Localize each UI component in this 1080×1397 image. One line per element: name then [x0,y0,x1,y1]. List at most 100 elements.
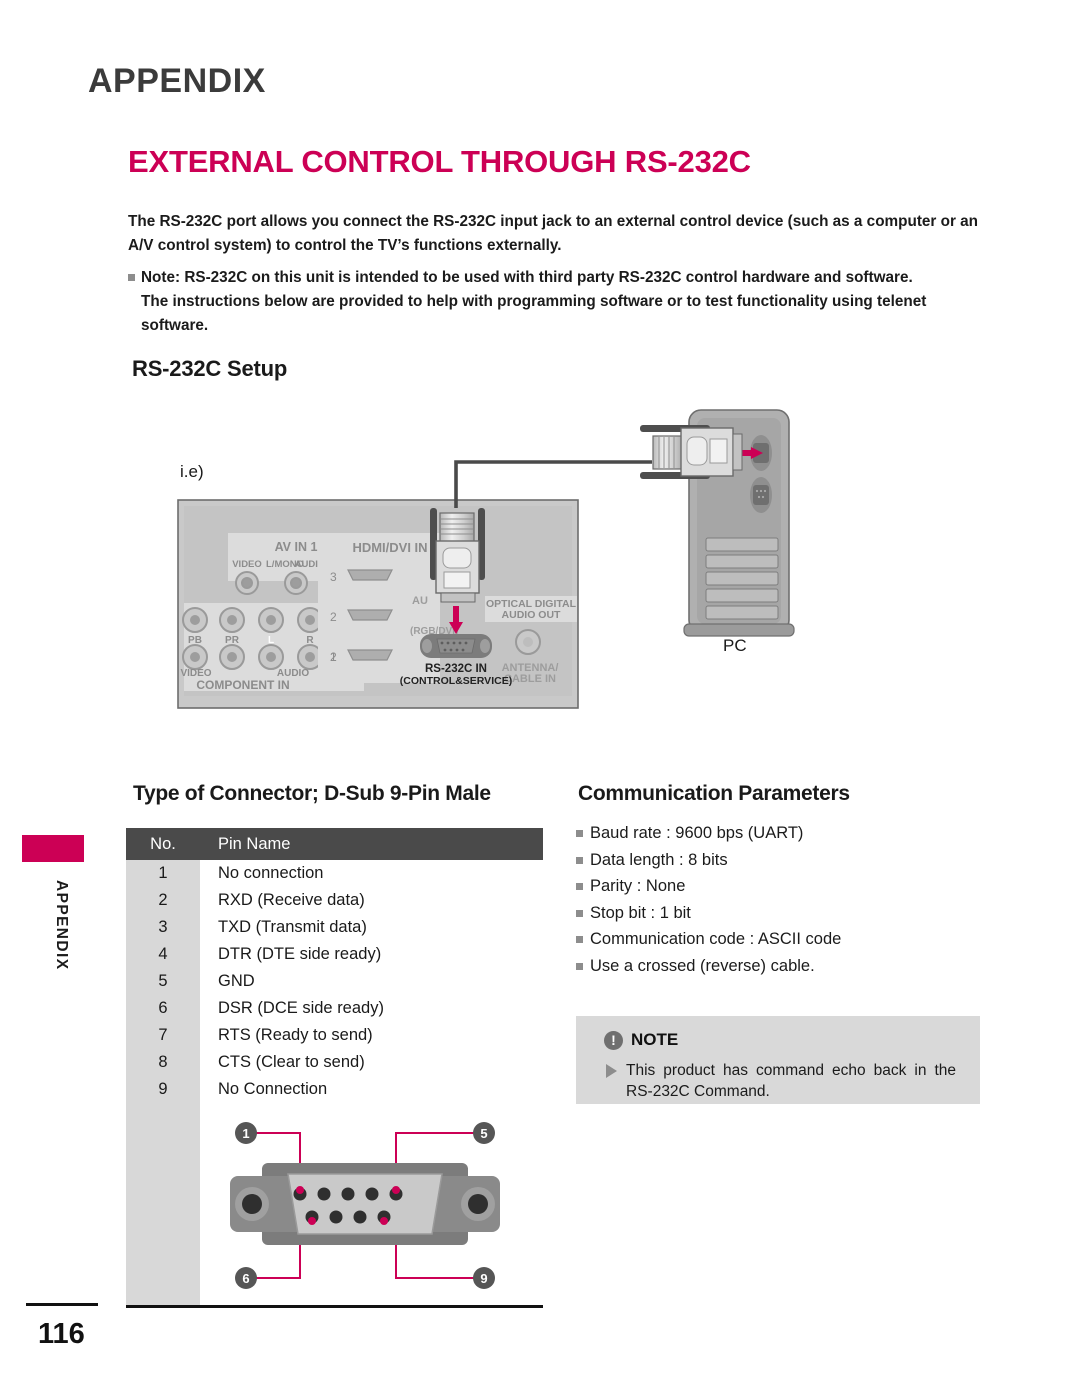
list-item: Parity : None [576,873,996,900]
square-bullet-icon [128,274,135,281]
square-bullet-icon [576,936,583,943]
svg-text:AV IN 1: AV IN 1 [275,540,318,554]
pin-table-column-filler [126,1103,200,1308]
dsub-plug-pc [640,425,743,479]
tv-back-panel: AV IN 1 VIDEO L/MONO AUDIO R PB PR L R V… [177,499,579,709]
intro-note-text: Note: RS-232C on this unit is intended t… [141,269,913,286]
rs232c-setup-heading: RS-232C Setup [132,356,288,381]
pin-no: 2 [126,887,200,914]
svg-text:COMPONENT IN: COMPONENT IN [196,678,289,692]
pin-callout-6: 6 [235,1267,257,1289]
table-row: 4 DTR (DTE side ready) [126,941,543,968]
pin-name: No Connection [218,1080,328,1098]
pin-no: 6 [126,995,200,1022]
pc-label: PC [723,636,747,655]
intro-note-bullet: Note: RS-232C on this unit is intended t… [128,266,990,290]
svg-text:1: 1 [242,1126,249,1141]
svg-text:ANTENNA/: ANTENNA/ [502,662,559,674]
pin-callout-1: 1 [235,1122,257,1144]
side-accent-swatch [22,835,84,862]
svg-text:OPTICAL DIGITAL: OPTICAL DIGITAL [486,598,577,610]
pin-no: 4 [126,941,200,968]
param-text: Parity : None [590,877,686,895]
pc-serial-ports [750,435,772,513]
intro-note-continued: The instructions below are provided to h… [141,293,927,334]
note-text: This product has command echo back in th… [626,1062,956,1100]
table-row: 9 No Connection [126,1076,543,1103]
svg-text:PR: PR [225,635,240,646]
table-row: 6 DSR (DCE side ready) [126,995,543,1022]
rs232c-cable [454,460,652,508]
pin-name: RXD (Receive data) [218,891,365,909]
pc-tower [640,409,795,637]
pin-no: 8 [126,1049,200,1076]
pin-name: DTR (DTE side ready) [218,945,382,963]
side-section-label: APPENDIX [53,880,70,971]
dsub-plug-tv [430,508,485,603]
param-text: Communication code : ASCII code [590,930,842,948]
svg-text:1: 1 [330,650,337,664]
svg-text:R: R [342,559,349,570]
communication-heading: Communication Parameters [578,782,850,805]
list-item: Communication code : ASCII code [576,926,996,953]
svg-text:PB: PB [188,635,202,646]
intro-block: The RS-232C port allows you connect the … [128,210,990,338]
table-row: 3 TXD (Transmit data) [126,914,543,941]
svg-text:AUDIO: AUDIO [295,559,326,570]
pin-table-col-no: No. [150,834,176,853]
page-number-rule [26,1303,98,1306]
param-text: Baud rate : 9600 bps (UART) [590,824,804,842]
pin-name: GND [218,972,255,990]
appendix-heading: APPENDIX [88,62,266,100]
insert-arrow-pc-icon [737,447,763,459]
table-row: 5 GND [126,968,543,995]
svg-text:L/MONO: L/MONO [266,559,304,570]
exclamation-icon: ! [604,1030,623,1050]
list-item: Data length : 8 bits [576,847,996,874]
page-title: EXTERNAL CONTROL THROUGH RS-232C [128,144,751,179]
pin-no: 5 [126,968,200,995]
connector-heading: Type of Connector; D-Sub 9-Pin Male [133,782,491,805]
triangle-bullet-icon [606,1064,617,1078]
square-bullet-icon [576,830,583,837]
pin-table-bottom-rule [126,1305,543,1308]
list-item: Baud rate : 9600 bps (UART) [576,820,996,847]
list-item: Use a crossed (reverse) cable. [576,953,996,980]
pin-table-header: No. Pin Name [126,828,543,860]
svg-text:CABLE IN: CABLE IN [504,673,556,685]
pin-no: 7 [126,1022,200,1049]
svg-text:AU: AU [412,595,428,607]
svg-text:3: 3 [330,570,337,584]
svg-text:9: 9 [480,1271,487,1286]
note-title: ! NOTE [604,1030,678,1050]
svg-text:HDMI/DVI IN: HDMI/DVI IN [352,540,427,555]
pin-name: TXD (Transmit data) [218,918,367,936]
pin-callout-9: 9 [473,1267,495,1289]
pin-no: 9 [126,1076,200,1103]
pin-callout-5: 5 [473,1122,495,1144]
param-text: Stop bit : 1 bit [590,903,691,922]
pin-name: RTS (Ready to send) [218,1026,373,1044]
pin-name: No connection [218,864,324,882]
svg-text:2: 2 [330,610,337,624]
rs232c-port-tv: RS-232C IN (CONTROL&SERVICE) [400,634,512,687]
svg-text:VIDEO: VIDEO [180,668,211,679]
param-text: Data length : 8 bits [590,850,728,869]
svg-text:5: 5 [480,1126,487,1141]
param-text: Use a crossed (reverse) cable. [590,956,815,975]
list-item: Stop bit : 1 bit [576,900,996,927]
svg-text:6: 6 [242,1271,249,1286]
pin-name: CTS (Clear to send) [218,1053,365,1071]
square-bullet-icon [576,883,583,890]
ie-label: i.e) [180,462,204,481]
svg-text:(RGB/DVI): (RGB/DVI) [410,626,458,637]
svg-text:AUDIO OUT: AUDIO OUT [502,609,562,621]
pin-name: DSR (DCE side ready) [218,999,384,1017]
svg-text:L: L [268,635,274,646]
pin-table-col-name: Pin Name [218,834,291,853]
table-row: 2 RXD (Receive data) [126,887,543,914]
communication-parameters-list: Baud rate : 9600 bps (UART) Data length … [576,820,996,979]
note-title-text: NOTE [631,1030,679,1049]
insert-arrow-icon [449,606,463,634]
svg-text:RS-232C IN: RS-232C IN [425,663,487,675]
